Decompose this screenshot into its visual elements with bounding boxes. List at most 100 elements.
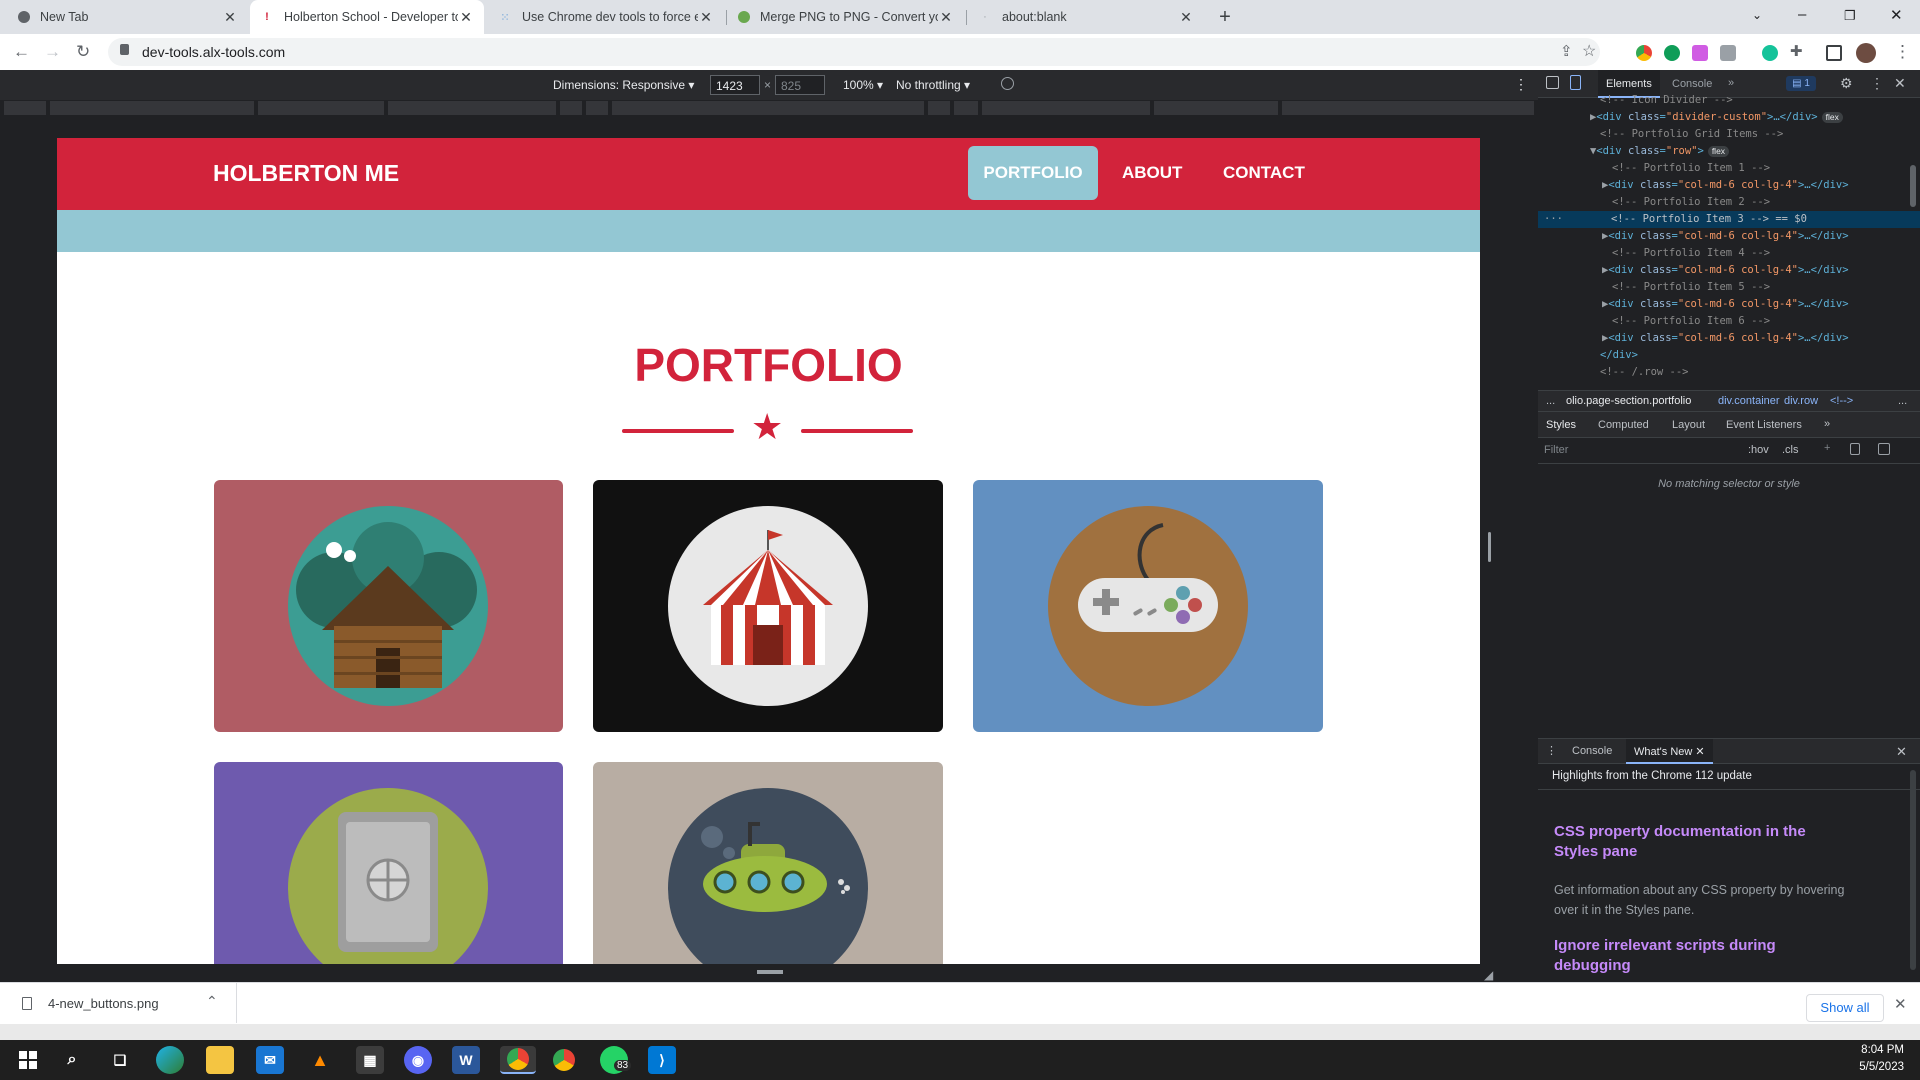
clock-time[interactable]: 8:04 PM [1848, 1044, 1904, 1056]
article-title[interactable]: Ignore irrelevant scripts during debuggi… [1554, 936, 1854, 976]
chrome-taskbar-icon-active[interactable] [500, 1046, 536, 1074]
more-tabs-icon[interactable]: » [1728, 77, 1734, 89]
new-style-rule-icon[interactable]: + [1824, 442, 1830, 454]
close-devtools-icon[interactable]: ✕ [1894, 75, 1906, 92]
dimensions-dropdown[interactable]: Dimensions: Responsive ▾ [553, 78, 694, 92]
media-query-segment[interactable] [388, 101, 556, 115]
media-query-segment[interactable] [928, 101, 950, 115]
share-icon[interactable]: ⇪ [1560, 42, 1573, 60]
element-state-icon[interactable] [1850, 443, 1860, 455]
chrome-taskbar-icon[interactable] [550, 1046, 578, 1074]
drawer-tab-whats-new[interactable]: What's New ✕ [1626, 739, 1713, 764]
media-query-segment[interactable] [1154, 101, 1278, 115]
throttling-dropdown[interactable]: No throttling ▾ [896, 78, 970, 92]
more-panels-icon[interactable]: » [1824, 418, 1830, 430]
download-filename[interactable]: 4-new_buttons.png [48, 996, 159, 1011]
profile-avatar[interactable] [1856, 43, 1876, 63]
forward-icon[interactable]: → [44, 42, 61, 62]
nav-contact-link[interactable]: CONTACT [1223, 163, 1305, 183]
breadcrumb-item[interactable]: ... [1898, 391, 1907, 411]
device-toggle-icon[interactable] [1570, 75, 1581, 90]
extensions-puzzle-icon[interactable]: ✚ [1790, 42, 1803, 60]
close-tab-icon[interactable]: ✕ [458, 9, 474, 26]
dom-line[interactable]: ▼<div class="row"> flex [1538, 143, 1920, 160]
viewport-width-input[interactable]: 1423 [710, 75, 760, 95]
extension-grammar-icon[interactable] [1664, 45, 1680, 61]
settings-gear-icon[interactable]: ⚙ [1840, 75, 1853, 92]
close-window-icon[interactable]: ✕ [1890, 6, 1903, 24]
dom-line-selected[interactable]: ··· <!-- Portfolio Item 3 --> == $0 [1538, 211, 1920, 228]
breadcrumb-item[interactable]: olio.page-section.portfolio [1566, 391, 1691, 411]
portfolio-item-circus[interactable] [593, 480, 943, 732]
close-tab-icon[interactable]: ✕ [222, 9, 238, 26]
dom-line[interactable]: <!-- Portfolio Item 4 --> [1538, 245, 1920, 262]
expand-arrow-icon[interactable]: ▶ [1538, 179, 1608, 191]
tab-merge-png[interactable]: Merge PNG to PNG - Convert yo ✕ [728, 0, 964, 34]
styles-filter-input[interactable]: Filter [1544, 444, 1568, 456]
close-drawer-icon[interactable]: ✕ [1896, 744, 1907, 760]
expand-arrow-icon[interactable]: ▶ [1538, 332, 1608, 344]
zoom-dropdown[interactable]: 100% ▾ [843, 78, 883, 92]
expand-arrow-icon[interactable]: ▶ [1538, 264, 1608, 276]
nav-portfolio-link[interactable]: PORTFOLIO [968, 146, 1098, 200]
device-toolbar-menu-icon[interactable]: ⋮ [1514, 76, 1528, 93]
media-query-segment[interactable] [612, 101, 924, 115]
flex-badge[interactable]: flex [1821, 112, 1843, 123]
dom-line[interactable]: <!-- Portfolio Item 5 --> [1538, 279, 1920, 296]
vscode-icon[interactable]: ⟩ [648, 1046, 676, 1074]
file-explorer-icon[interactable] [206, 1046, 234, 1074]
viewport-bottom-resize-handle[interactable] [757, 970, 783, 974]
bookmark-star-icon[interactable]: ☆ [1582, 41, 1596, 61]
viewport-resize-handle[interactable] [1488, 532, 1491, 562]
breadcrumb-item[interactable]: div.container [1718, 391, 1780, 411]
dom-line[interactable]: <!-- Portfolio Item 2 --> [1538, 194, 1920, 211]
close-tab-icon[interactable]: ✕ [1178, 9, 1194, 26]
close-tab-icon[interactable]: ✕ [698, 9, 714, 26]
breadcrumb-item[interactable]: ... [1546, 391, 1555, 411]
article-title[interactable]: CSS property documentation in the Styles… [1554, 822, 1854, 862]
dom-line[interactable]: <!-- Portfolio Grid Items --> [1538, 126, 1920, 143]
tab-chrome-devtools[interactable]: ⁙ Use Chrome dev tools to force el ✕ [488, 0, 724, 34]
dom-line[interactable]: ▶<div class="col-md-6 col-lg-4">…</div> [1538, 228, 1920, 245]
portfolio-item-controller[interactable] [973, 480, 1323, 732]
extension-color-icon[interactable] [1636, 45, 1652, 61]
expand-arrow-icon[interactable]: ▶ [1538, 298, 1608, 310]
media-query-segment[interactable] [4, 101, 46, 115]
media-query-segment[interactable] [982, 101, 1150, 115]
dom-line[interactable]: </div> [1538, 347, 1920, 364]
tab-layout[interactable]: Layout [1672, 419, 1705, 431]
reload-icon[interactable]: ↻ [76, 42, 90, 62]
extension-camera-icon[interactable] [1720, 45, 1736, 61]
search-icon[interactable]: ⌕ [58, 1046, 86, 1074]
dom-scrollbar[interactable] [1910, 165, 1916, 207]
chrome-menu-icon[interactable]: ⋮ [1894, 42, 1911, 62]
new-tab-button[interactable]: + [1212, 5, 1238, 31]
media-query-segment[interactable] [586, 101, 608, 115]
extension-s-icon[interactable] [1692, 45, 1708, 61]
tab-about-blank[interactable]: · about:blank ✕ [968, 0, 1204, 34]
mail-icon[interactable]: ✉ [256, 1046, 284, 1074]
tab-computed[interactable]: Computed [1598, 419, 1649, 431]
hov-toggle[interactable]: :hov [1748, 444, 1769, 456]
download-chevron-up-icon[interactable]: ⌃ [206, 993, 218, 1010]
expand-arrow-icon[interactable]: ▶ [1538, 230, 1608, 242]
back-icon[interactable]: ← [13, 42, 30, 62]
nav-about-link[interactable]: ABOUT [1122, 163, 1182, 183]
issues-badge[interactable]: ▤ 1 [1786, 76, 1816, 91]
edge-icon[interactable] [156, 1046, 184, 1074]
word-icon[interactable]: W [452, 1046, 480, 1074]
media-query-segment[interactable] [50, 101, 254, 115]
flex-badge[interactable]: flex [1707, 146, 1730, 157]
extension-grammarly-icon[interactable] [1762, 45, 1778, 61]
minimize-icon[interactable]: – [1798, 6, 1806, 23]
tab-new-tab[interactable]: New Tab ✕ [8, 0, 248, 34]
collapse-arrow-icon[interactable]: ▼ [1538, 145, 1596, 157]
store-icon[interactable]: ▦ [356, 1046, 384, 1074]
show-all-button[interactable]: Show all [1806, 994, 1884, 1022]
clock-date[interactable]: 5/5/2023 [1848, 1061, 1904, 1073]
dom-line[interactable]: <!-- Icon Divider --> [1538, 92, 1920, 109]
vlc-icon[interactable]: ▲ [306, 1046, 334, 1074]
close-tab-icon[interactable]: ✕ [1695, 746, 1704, 758]
viewport-height-input[interactable]: 825 [775, 75, 825, 95]
dom-line[interactable]: ▶<div class="divider-custom">…</div> flex [1538, 109, 1920, 126]
